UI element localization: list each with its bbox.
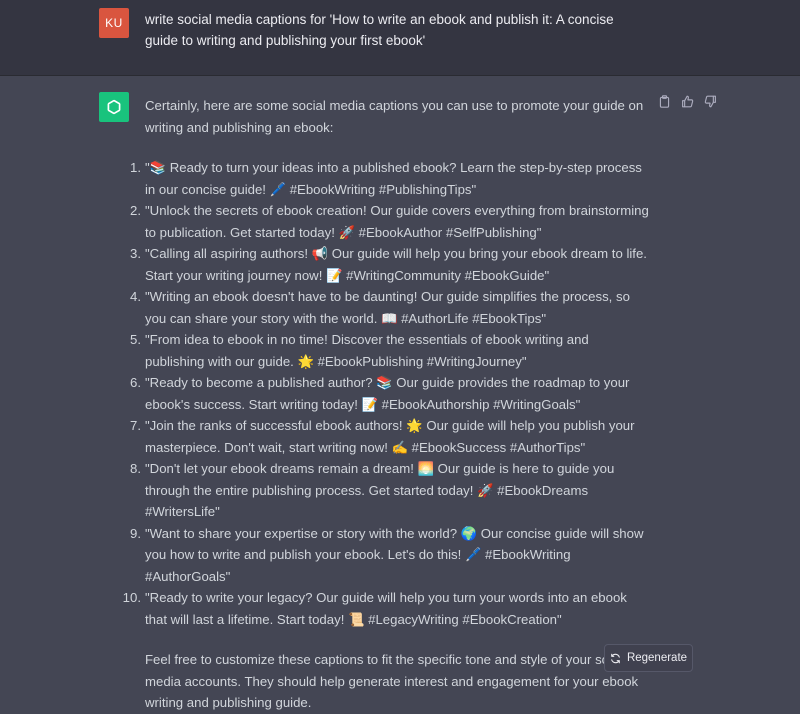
openai-logo-icon [107, 99, 121, 115]
caption-item: 4. "Writing an ebook doesn't have to be d… [130, 286, 650, 329]
caption-number: 9. [130, 525, 141, 541]
user-message-row: KU write social media captions for 'How … [0, 0, 800, 76]
caption-text: "Calling all aspiring authors! 📢 Our gui… [145, 246, 647, 283]
assistant-message: Certainly, here are some social media ca… [123, 95, 650, 714]
thumbs-up-icon [682, 95, 694, 108]
user-message-text: write social media captions for 'How to … [145, 12, 614, 48]
message-actions [656, 93, 719, 110]
caption-item: 2. "Unlock the secrets of ebook creation!… [130, 200, 650, 243]
caption-item: 3. "Calling all aspiring authors! 📢 Our g… [130, 243, 650, 286]
caption-number: 4. [130, 289, 141, 304]
caption-item: 5. "From idea to ebook in no time! Discov… [130, 329, 650, 372]
thumbs-down-icon [704, 95, 716, 108]
caption-number: 3. [130, 246, 141, 261]
caption-text: "Don't let your ebook dreams remain a dr… [145, 461, 615, 519]
caption-item: 10. "Ready to write your legacy? Our guid… [123, 587, 650, 630]
caption-item: 9. "Want to share your expertise or story… [130, 523, 650, 588]
caption-text: "Writing an ebook doesn't have to be dau… [145, 289, 630, 326]
clipboard-icon [659, 95, 670, 108]
caption-number: 2. [130, 203, 141, 218]
caption-text: "Unlock the secrets of ebook creation! O… [145, 203, 649, 240]
regenerate-label: Regenerate [626, 652, 688, 664]
caption-number: 8. [130, 461, 141, 476]
caption-number: 7. [130, 418, 141, 433]
caption-number: 10. [122, 590, 141, 605]
thumbs-up-button[interactable] [679, 93, 696, 110]
refresh-icon [611, 653, 620, 663]
assistant-avatar [99, 92, 129, 122]
caption-text: "📚 Ready to turn your ideas into a publi… [145, 160, 642, 197]
caption-number: 1. [130, 160, 141, 175]
caption-text: "Ready to become a published author? 📚 O… [145, 375, 630, 412]
user-avatar: KU [99, 8, 129, 38]
caption-item: 6. "Ready to become a published author? 📚… [130, 372, 650, 415]
caption-text: "Want to share your expertise or story w… [145, 525, 644, 584]
assistant-outro: Feel free to customize these captions to… [145, 652, 639, 710]
caption-item: 8. "Don't let your ebook dreams remain a … [130, 458, 650, 523]
caption-text: "From idea to ebook in no time! Discover… [145, 332, 589, 369]
caption-number: 6. [130, 375, 141, 390]
assistant-intro: Certainly, here are some social media ca… [145, 98, 644, 135]
caption-text: "Ready to write your legacy? Our guide w… [145, 590, 627, 627]
caption-item: 1. "📚 Ready to turn your ideas into a pub… [130, 157, 650, 200]
caption-item: 7. "Join the ranks of successful ebook au… [130, 415, 650, 458]
regenerate-button[interactable]: Regenerate [604, 644, 693, 672]
caption-text: "Join the ranks of successful ebook auth… [145, 418, 635, 455]
thumbs-down-button[interactable] [702, 93, 719, 110]
caption-list: 1. "📚 Ready to turn your ideas into a pub… [123, 157, 650, 630]
copy-button[interactable] [656, 93, 673, 110]
caption-number: 5. [130, 332, 141, 347]
